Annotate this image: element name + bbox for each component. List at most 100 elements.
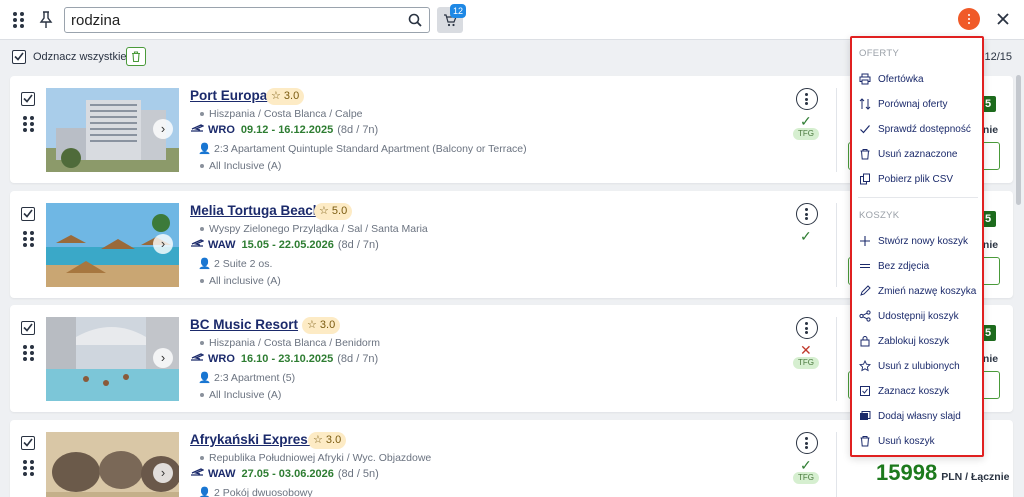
lock-icon <box>860 336 870 347</box>
tfg-badge: TFG <box>793 472 819 484</box>
room-info: 👤 2:3 Apartment (5) <box>198 372 296 384</box>
menu-section-offers: OFERTY <box>859 48 900 59</box>
select-all-checkbox[interactable] <box>12 50 26 64</box>
menu-item-check-availability[interactable]: Sprawdź dostępność <box>852 119 982 141</box>
rating-badge: ☆ 3.0 <box>308 432 347 449</box>
plus-icon <box>860 236 870 246</box>
next-photo-button[interactable]: › <box>153 119 173 139</box>
unmark-all-label[interactable]: Odznacz wszystkie <box>33 51 127 63</box>
printer-icon <box>859 73 871 85</box>
rating-badge: ☆ 5.0 <box>314 203 353 220</box>
availability-ok-icon: ✓ <box>800 457 812 473</box>
menu-item-share-cart[interactable]: Udostępnij koszyk <box>852 306 982 328</box>
options-dropdown-menu: OFERTY Ofertówka Porównaj oferty Sprawdź… <box>850 36 984 457</box>
page-counter: 12/15 <box>984 51 1012 63</box>
location-text: Hiszpania / Costa Blanca / Benidorm <box>200 337 380 349</box>
menu-item-remove-favorite[interactable]: Usuń z ulubionych <box>852 356 982 378</box>
next-photo-button[interactable]: › <box>153 234 173 254</box>
search-icon[interactable] <box>408 13 422 27</box>
delete-selected-button[interactable] <box>126 47 146 66</box>
total-price: 15998 PLN / Łącznie <box>876 460 1010 485</box>
offer-checkbox[interactable] <box>21 92 35 106</box>
menu-item-new-cart[interactable]: Stwórz nowy koszyk <box>852 231 982 253</box>
offer-checkbox[interactable] <box>21 207 35 221</box>
offer-options-button[interactable] <box>796 317 818 339</box>
room-info: 👤 2:3 Apartament Quintuple Standard Apar… <box>198 143 527 155</box>
flight-info: WRO 16.10 - 23.10.2025 (8d / 7n) <box>190 352 378 365</box>
hotel-name-link[interactable]: BC Music Resort <box>190 317 298 332</box>
trash-icon <box>132 51 140 62</box>
flight-info: WRO 09.12 - 16.12.2025 (8d / 7n) <box>190 123 378 136</box>
pencil-icon <box>860 285 871 296</box>
hotel-photo: › <box>46 203 179 287</box>
menu-item-no-photo[interactable]: Bez zdjęcia <box>852 256 982 278</box>
plane-icon <box>191 124 205 132</box>
availability-fail-icon: ✕ <box>800 342 812 358</box>
menu-item-add-slide[interactable]: Dodaj własny slajd <box>852 406 982 428</box>
top-bar: 12 <box>0 0 1024 40</box>
star-icon <box>859 360 871 372</box>
rating-badge: ☆ 3.0 <box>302 317 341 334</box>
board-info: All Inclusive (A) <box>200 389 281 401</box>
search-box <box>64 7 430 33</box>
menu-item-compare-offers[interactable]: Porównaj oferty <box>852 94 982 116</box>
cart-count-badge: 12 <box>450 4 467 18</box>
more-options-button[interactable] <box>958 8 980 30</box>
room-info: 👤 2 Suite 2 os. <box>198 258 273 270</box>
menu-item-lock-cart[interactable]: Zablokuj koszyk <box>852 331 982 353</box>
close-icon[interactable] <box>995 11 1011 27</box>
offer-options-button[interactable] <box>796 88 818 110</box>
board-info: All Inclusive (A) <box>200 160 281 172</box>
offer-checkbox[interactable] <box>21 436 35 450</box>
apps-grid-icon[interactable] <box>13 12 27 28</box>
room-info: 👤 2 Pokój dwuosobowy <box>198 487 313 497</box>
scrollbar[interactable] <box>1016 75 1021 205</box>
availability-ok-icon: ✓ <box>800 113 812 129</box>
next-photo-button[interactable]: › <box>153 348 173 368</box>
trash-icon <box>860 149 870 160</box>
hotel-name-link[interactable]: Port Europa <box>190 88 267 103</box>
slides-icon <box>860 411 871 420</box>
search-input[interactable] <box>71 11 391 29</box>
cart-button[interactable]: 12 <box>437 4 467 33</box>
menu-section-cart: KOSZYK <box>859 210 900 221</box>
flight-info: WAW 27.05 - 03.06.2026 (8d / 5n) <box>190 467 379 480</box>
menu-item-download-csv[interactable]: Pobierz plik CSV <box>852 169 982 191</box>
copy-icon <box>860 173 870 185</box>
plane-icon <box>191 353 205 361</box>
plane-icon <box>191 468 205 476</box>
offer-checkbox[interactable] <box>21 321 35 335</box>
drag-handle-icon[interactable] <box>23 460 35 476</box>
pin-icon[interactable] <box>38 10 54 30</box>
drag-handle-icon[interactable] <box>23 116 35 132</box>
location-text: Hiszpania / Costa Blanca / Calpe <box>200 108 363 120</box>
menu-item-delete-selected[interactable]: Usuń zaznaczone <box>852 144 982 166</box>
availability-ok-icon: ✓ <box>800 228 812 244</box>
menu-item-offer-sheet[interactable]: Ofertówka <box>852 69 982 91</box>
drag-handle-icon[interactable] <box>23 231 35 247</box>
drag-handle-icon[interactable] <box>23 345 35 361</box>
flight-info: WAW 15.05 - 22.05.2026 (8d / 7n) <box>190 238 379 251</box>
hotel-name-link[interactable]: Melia Tortuga Beach <box>190 203 321 218</box>
hotel-photo: › <box>46 88 179 172</box>
compare-icon <box>859 98 871 110</box>
trash-icon <box>860 436 870 447</box>
menu-item-delete-cart[interactable]: Usuń koszyk <box>852 431 982 453</box>
offer-options-button[interactable] <box>796 432 818 454</box>
share-icon <box>859 310 871 322</box>
next-photo-button[interactable]: › <box>153 463 173 483</box>
location-text: Republika Południowej Afryki / Wyc. Obja… <box>200 452 431 464</box>
rating-badge: ☆ 3.0 <box>266 88 305 105</box>
hotel-name-link[interactable]: Afrykański Express <box>190 432 315 447</box>
menu-item-rename-cart[interactable]: Zmień nazwę koszyka <box>852 281 982 303</box>
hotel-photo: › <box>46 317 179 401</box>
hotel-photo: › <box>46 432 179 497</box>
tfg-badge: TFG <box>793 128 819 140</box>
check-icon <box>860 125 870 134</box>
offer-options-button[interactable] <box>796 203 818 225</box>
tfg-badge: TFG <box>793 357 819 369</box>
plane-icon <box>191 239 205 247</box>
board-info: All inclusive (A) <box>200 275 281 287</box>
location-text: Wyspy Zielonego Przylądka / Sal / Santa … <box>200 223 428 235</box>
menu-item-select-cart[interactable]: Zaznacz koszyk <box>852 381 982 403</box>
